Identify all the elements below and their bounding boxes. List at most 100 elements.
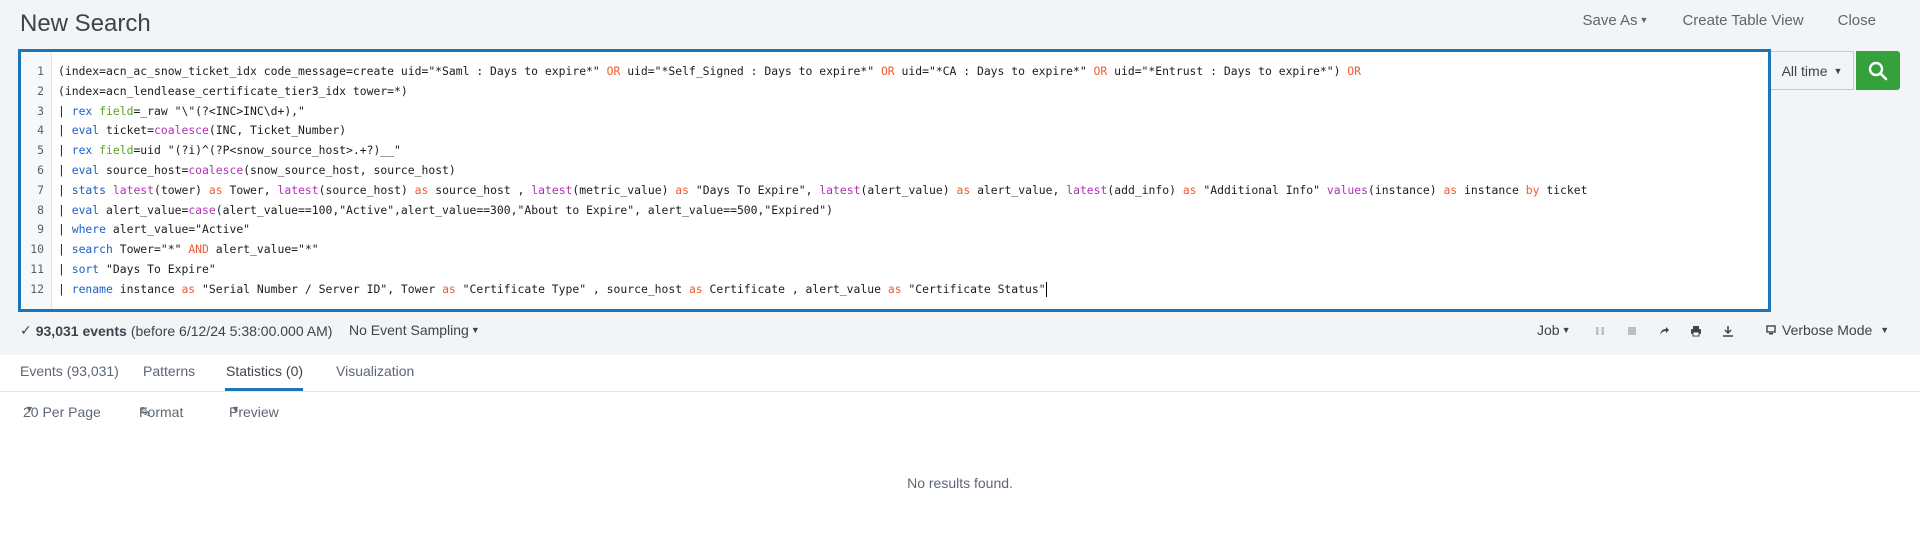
code-text: | where alert_value="Active" [52,220,250,240]
line-number: 10 [30,242,44,257]
code-line[interactable]: 3 | rex field=_raw "\"(?<INC>INC\d+)," [21,102,1768,122]
code-token: alert_value= [99,202,189,217]
caret-down-icon: ▼ [1639,15,1649,25]
search-icon [1868,61,1888,80]
active-tab-indicator [225,388,303,391]
code-token: | [58,103,72,118]
line-number: 6 [37,162,44,177]
code-token: source_host , [428,182,532,197]
caret-down-icon: ▼ [231,404,240,414]
code-token: | [58,261,72,276]
event-sampling-dropdown[interactable]: No Event Sampling ▼ [349,322,480,338]
code-token: as [208,182,223,197]
query-code[interactable]: 1 (index=acn_ac_snow_ticket_idx code_mess… [21,62,1768,300]
code-text: | eval source_host=coalesce(snow_source_… [52,161,456,181]
search-mode-label: Verbose Mode [1782,322,1873,338]
code-token: rex [71,103,93,118]
code-token: OR [606,64,621,78]
code-token: (tower) [154,182,209,197]
time-range-picker[interactable]: All time ▼ [1771,51,1854,90]
code-token: rex [71,143,93,158]
code-token: (add_info) [1107,182,1183,197]
code-token: case [188,202,216,217]
line-number: 5 [37,143,44,158]
stop-icon[interactable] [1625,324,1639,338]
code-line[interactable]: 10 | search Tower="*" AND alert_value="*" [21,240,1768,260]
code-token: | [58,182,72,197]
code-token: coalesce [188,162,244,177]
code-token: values [1326,182,1369,197]
code-token: | [58,202,72,217]
code-text: | rename instance as "Serial Number / Se… [52,280,1047,300]
line-number: 11 [30,261,44,276]
code-token: eval [71,202,100,217]
code-token: OR [1093,64,1108,78]
code-token: "Days To Expire" [99,261,216,276]
code-token: instance [112,281,182,296]
code-token: latest [112,182,155,197]
line-number: 3 [37,103,44,118]
code-token: by [1525,182,1540,197]
code-line[interactable]: 2 (index=acn_lendlease_certificate_tier3_… [21,82,1768,102]
code-line[interactable]: 1 (index=acn_ac_snow_ticket_idx code_mess… [21,62,1768,82]
create-table-view-link[interactable]: Create Table View [1682,12,1803,29]
code-line[interactable]: 11 | sort "Days To Expire" [21,260,1768,280]
code-token: alert_value, [970,182,1067,197]
close-link[interactable]: Close [1838,12,1876,29]
code-token: (instance) [1368,182,1444,197]
code-line[interactable]: 6 | eval source_host=coalesce(snow_source… [21,161,1768,181]
code-token: (alert_value==100,"Active",alert_value==… [215,202,833,217]
event-sampling-label: No Event Sampling [349,322,469,338]
code-token: AND [188,242,209,257]
code-token: as [887,281,902,296]
code-text: | search Tower="*" AND alert_value="*" [52,240,319,260]
save-as-label: Save As [1582,12,1638,29]
code-line[interactable]: 7 | stats latest(tower) as Tower, latest(… [21,181,1768,201]
code-token: "Certificate Type" , source_host [455,281,689,296]
code-token: | [58,143,72,158]
line-number: 1 [37,64,44,78]
time-range-label: All time [1781,62,1828,79]
tab-visualization[interactable]: Visualization [336,363,414,379]
search-button[interactable] [1856,51,1900,90]
code-text: | rex field=_raw "\"(?<INC>INC\d+)," [52,102,305,122]
caret-down-icon: ▼ [1561,325,1571,335]
code-line[interactable]: 4 | eval ticket=coalesce(INC, Ticket_Numb… [21,121,1768,141]
share-icon[interactable] [1657,324,1671,338]
print-icon[interactable] [1689,324,1703,338]
search-header-area: New Search Save As ▼ Create Table View Cl… [0,0,1920,355]
code-token: field [99,103,134,118]
tab-statistics[interactable]: Statistics (0) [226,363,303,379]
job-status-bar: ✓ 93,031 events (before 6/12/24 5:38:00.… [0,322,1920,342]
code-token: field [99,143,134,158]
code-token: latest [819,182,861,197]
code-text: | eval alert_value=case(alert_value==100… [52,201,833,221]
export-icon[interactable] [1721,324,1735,338]
pause-icon[interactable] [1593,324,1607,338]
code-token: (alert_value) [860,182,957,197]
caret-down-icon: ▼ [470,325,480,335]
code-line[interactable]: 5 | rex field=uid "(?i)^(?P<snow_source_h… [21,141,1768,161]
job-menu[interactable]: Job ▼ [1537,322,1571,338]
code-line[interactable]: 8 | eval alert_value=case(alert_value==10… [21,201,1768,221]
code-line[interactable]: 9 | where alert_value="Active" [21,220,1768,240]
code-token: alert_value="Active" [106,222,251,237]
tab-patterns[interactable]: Patterns [143,363,195,379]
code-token: Tower, [222,182,278,197]
code-token: eval [71,123,100,138]
code-token: | [58,123,72,138]
results-tabs: Events (93,031) Patterns Statistics (0) … [0,355,1920,392]
search-mode-dropdown[interactable]: Verbose Mode ▼ [1766,322,1889,338]
search-query-editor[interactable]: 1 (index=acn_ac_snow_ticket_idx code_mess… [18,49,1771,312]
results-toolbar: 20 Per Page ▼ ✎ Format Preview ▼ [0,404,1920,424]
caret-down-icon: ▼ [1880,325,1890,335]
save-as-menu[interactable]: Save As ▼ [1582,12,1648,29]
line-number: 7 [37,182,44,197]
code-token: OR [1347,64,1362,78]
job-controls [1593,324,1735,338]
code-token: (index=acn_ac_snow_ticket_idx code_messa… [58,64,607,78]
code-line[interactable]: 12 | rename instance as "Serial Number / … [21,280,1768,300]
tab-events[interactable]: Events (93,031) [20,363,119,379]
code-token: latest [277,182,319,197]
